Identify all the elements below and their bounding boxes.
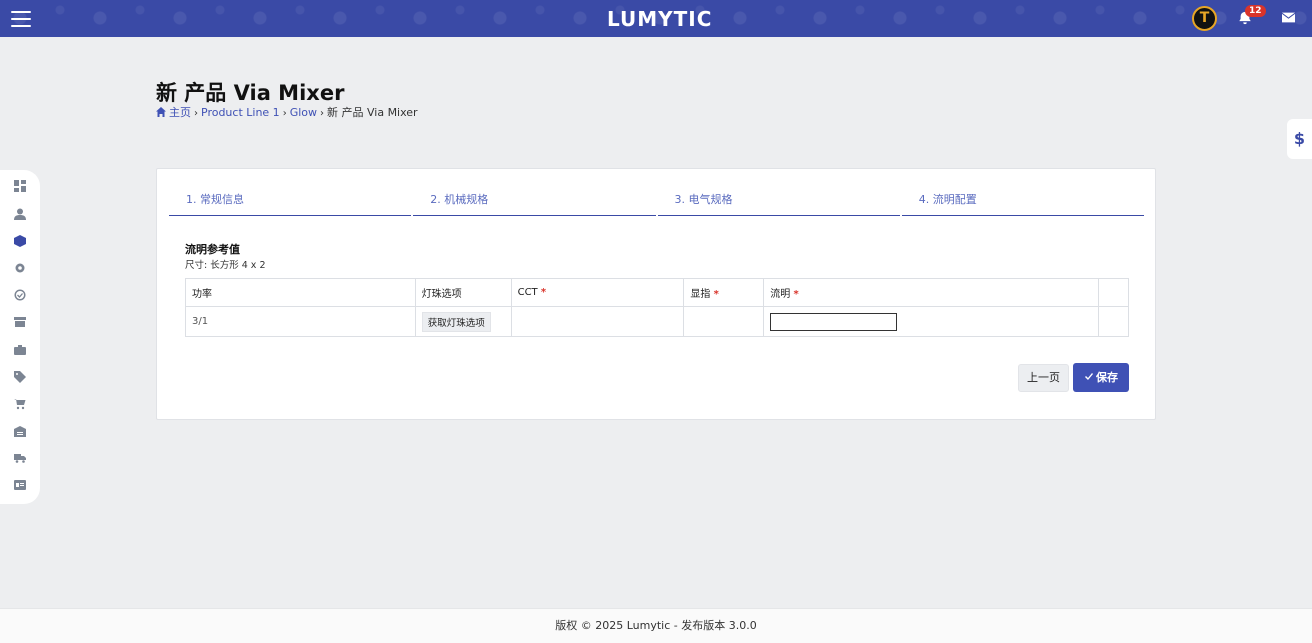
side-icon-rail <box>0 170 40 504</box>
power-cell: 3/1 <box>185 306 416 337</box>
cri-cell[interactable] <box>683 306 765 337</box>
cart-icon[interactable] <box>13 397 27 411</box>
column-header-cct: CCT * <box>510 278 685 307</box>
menu-icon[interactable] <box>11 11 31 27</box>
lumen-label: 流明 <box>770 289 791 300</box>
column-header-lumen: 流明 * <box>763 278 1099 307</box>
section-title: 流明参考值 <box>185 243 240 256</box>
breadcrumb: 主页 › Product Line 1 › Glow › 新 产品 Via Mixer <box>156 104 418 120</box>
step-electrical-specs[interactable]: 3. 电气规格 <box>657 187 900 216</box>
cri-label: 显指 <box>690 289 711 300</box>
archive-icon[interactable] <box>13 315 27 329</box>
tag-icon[interactable] <box>13 370 27 384</box>
top-navbar: LUMYTIC T 12 <box>0 0 1312 37</box>
home-icon <box>156 107 166 117</box>
save-label: 保存 <box>1096 371 1118 384</box>
section-subtitle: 尺寸: 长方形 4 x 2 <box>185 260 266 271</box>
required-marker: * <box>540 287 547 298</box>
actions-cell <box>1097 306 1130 337</box>
required-marker: * <box>713 289 719 300</box>
step-general-info[interactable]: 1. 常规信息 <box>169 187 412 216</box>
lumen-input[interactable] <box>770 312 898 331</box>
lumen-cell <box>763 306 1099 337</box>
led-option-cell: 获取灯珠选项 <box>414 306 512 337</box>
avatar[interactable]: T <box>1192 6 1217 31</box>
check-icon <box>1085 373 1093 380</box>
page-title: 新 产品 Via Mixer <box>156 81 345 105</box>
footer: 版权 © 2025 Lumytic - 发布版本 3.0.0 <box>0 608 1312 643</box>
mail-icon[interactable] <box>1282 12 1295 23</box>
column-header-cri: 显指 * <box>683 278 765 307</box>
app-logo[interactable]: LUMYTIC <box>607 7 712 31</box>
required-marker: * <box>793 289 799 300</box>
notification-badge: 12 <box>1245 5 1266 17</box>
user-icon[interactable] <box>13 207 27 221</box>
breadcrumb-separator: › <box>320 108 324 119</box>
column-header-power: 功率 <box>185 278 416 307</box>
table-row: 3/1 获取灯珠选项 <box>185 306 1130 337</box>
get-led-options-button[interactable]: 获取灯珠选项 <box>421 311 491 332</box>
wizard-card: 1. 常规信息 2. 机械规格 3. 电气规格 4. 流明配置 流明参考值 尺寸… <box>156 168 1156 420</box>
breadcrumb-current: 新 产品 Via Mixer <box>327 106 418 119</box>
cct-cell[interactable] <box>510 306 685 337</box>
breadcrumb-home[interactable]: 主页 <box>169 106 191 119</box>
save-button[interactable]: 保存 <box>1073 363 1129 392</box>
wizard-steps: 1. 常规信息 2. 机械规格 3. 电气规格 4. 流明配置 <box>169 187 1144 216</box>
lumen-table: 功率 灯珠选项 CCT * 显指 * 流明 * 3/1 获取灯珠选项 <box>185 278 1130 337</box>
id-card-icon[interactable] <box>13 478 27 492</box>
check-circle-icon[interactable] <box>13 288 27 302</box>
breadcrumb-glow[interactable]: Glow <box>290 106 317 119</box>
warehouse-icon[interactable] <box>13 424 27 438</box>
truck-icon[interactable] <box>13 451 27 465</box>
breadcrumb-separator: › <box>194 108 198 119</box>
column-header-led-option: 灯珠选项 <box>414 278 512 307</box>
dashboard-icon[interactable] <box>13 179 27 193</box>
table-header-row: 功率 灯珠选项 CCT * 显指 * 流明 * <box>185 278 1130 307</box>
settings-icon[interactable] <box>13 261 27 275</box>
currency-tab[interactable]: $ <box>1287 119 1312 159</box>
step-mechanical-specs[interactable]: 2. 机械规格 <box>413 187 656 216</box>
box-icon[interactable] <box>13 234 27 248</box>
step-lumen-config[interactable]: 4. 流明配置 <box>901 187 1144 216</box>
cct-label: CCT <box>517 287 538 298</box>
prev-button[interactable]: 上一页 <box>1018 364 1069 392</box>
breadcrumb-product-line[interactable]: Product Line 1 <box>201 106 280 119</box>
column-header-actions <box>1097 278 1130 307</box>
breadcrumb-separator: › <box>282 108 287 119</box>
briefcase-icon[interactable] <box>13 343 27 357</box>
